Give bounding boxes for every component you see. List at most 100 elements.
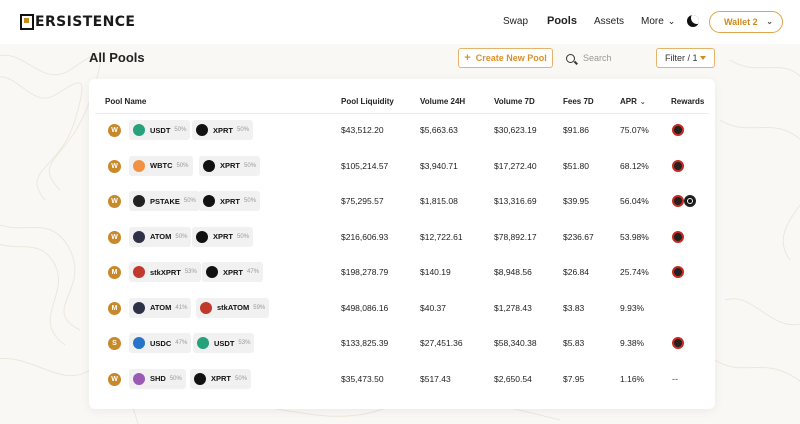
header-volume-24h[interactable]: Volume 24H (420, 97, 465, 106)
volume-7d: $58,340.38 (494, 338, 537, 348)
token-symbol: PSTAKE (150, 196, 180, 206)
persistence-icon (194, 372, 206, 385)
fees-7d: $3.83 (563, 302, 585, 313)
header-pool-name[interactable]: Pool Name (105, 97, 146, 106)
apr-value: 9.38% (620, 338, 645, 348)
persistence-icon (196, 124, 208, 136)
token-weight: 50% (237, 233, 250, 240)
token-weight: 50% (169, 375, 182, 382)
token-chip: USDC 47% (129, 333, 192, 353)
atom-icon (133, 230, 145, 243)
table-row[interactable]: W SHD 50% XPRT 50% $35,473.50 $517.43 $2,65… (89, 362, 715, 398)
search-input[interactable] (583, 53, 643, 63)
token-chip: stkATOM 59% (196, 297, 270, 318)
search-icon (566, 53, 575, 63)
moon-icon[interactable] (687, 15, 699, 27)
header-fees-7d[interactable]: Fees 7D (563, 97, 594, 106)
caret-down-icon (700, 56, 706, 60)
volume-24h: $3,940.71 (420, 160, 458, 171)
table-row[interactable]: S USDC 47% USDT 53% $133,825.39 $27,451.36… (89, 326, 715, 362)
volume-7d: $17,272.40 (494, 160, 537, 171)
token-weight: 47% (175, 340, 188, 346)
header-rewards[interactable]: Rewards (671, 97, 704, 106)
token-weight: 50% (175, 233, 188, 240)
token-symbol: XPRT (213, 125, 234, 135)
token-chip: XPRT 47% (202, 262, 264, 282)
token-symbol: WBTC (150, 161, 173, 170)
volume-7d: $2,650.54 (494, 373, 532, 384)
search-box[interactable] (560, 48, 648, 68)
header-volume-7d[interactable]: Volume 7D (494, 97, 535, 106)
pool-type-icon: W (108, 195, 121, 208)
create-pool-button[interactable]: + Create New Pool (458, 48, 553, 68)
pool-type-icon: W (108, 159, 121, 173)
volume-24h: $1,815.08 (420, 196, 458, 206)
token-chip: USDT 53% (193, 333, 255, 353)
token-weight: 50% (237, 127, 250, 133)
token-chip: XPRT 50% (192, 226, 254, 247)
atom-icon (133, 301, 145, 314)
filter-dropdown[interactable]: Filter / 1 (656, 48, 715, 68)
table-row[interactable]: W USDT 50% XPRT 50% $43,512.20 $5,663.63 $3… (89, 113, 715, 149)
nav-assets[interactable]: Assets (594, 16, 624, 27)
stkxprt-icon (133, 266, 145, 278)
token-chip: XPRT 50% (190, 368, 252, 389)
token-symbol: XPRT (220, 196, 241, 206)
volume-24h: $140.19 (420, 267, 451, 277)
token-chip: XPRT 50% (199, 191, 261, 211)
fees-7d: $5.83 (563, 338, 585, 348)
token-chip: XPRT 50% (199, 155, 261, 176)
table-row[interactable]: W ATOM 50% XPRT 50% $216,606.93 $12,722.61… (89, 220, 715, 256)
sort-desc-icon: ⌄ (639, 99, 646, 106)
xprt-reward-icon (672, 230, 684, 243)
token-chip: WBTC 50% (129, 155, 193, 176)
token-chip: SHD 50% (129, 368, 186, 389)
token-weight: 50% (174, 127, 187, 133)
volume-24h: $40.37 (420, 302, 446, 313)
apr-value: 9.93% (620, 302, 645, 313)
volume-24h: $12,722.61 (420, 231, 463, 242)
pool-liquidity: $498,086.16 (341, 302, 389, 313)
nav-more[interactable]: More ⌄ (641, 16, 675, 27)
persistence-icon (203, 159, 215, 172)
tether-icon (197, 337, 209, 349)
token-chip: XPRT 50% (192, 120, 254, 140)
header-pool-liquidity[interactable]: Pool Liquidity (341, 97, 394, 106)
create-pool-label: Create New Pool (475, 53, 547, 63)
fees-7d: $91.86 (563, 125, 589, 135)
pstake-reward-icon (684, 195, 696, 207)
pool-liquidity: $216,606.93 (341, 231, 389, 242)
plus-icon: + (464, 52, 471, 64)
token-symbol: stkXPRT (150, 267, 181, 277)
persistence-icon (203, 195, 215, 207)
wallet-button[interactable]: Wallet 2 ⌄ (709, 11, 783, 33)
token-symbol: SHD (150, 374, 166, 383)
persistence-logo[interactable]: ERSISTENCE (20, 13, 135, 31)
token-symbol: ATOM (150, 232, 172, 241)
table-row[interactable]: W WBTC 50% XPRT 50% $105,214.57 $3,940.71 $… (89, 149, 715, 185)
token-symbol: USDC (150, 338, 172, 348)
token-symbol: XPRT (211, 374, 232, 383)
volume-24h: $27,451.36 (420, 338, 463, 348)
table-row[interactable]: W PSTAKE 50% XPRT 50% $75,295.57 $1,815.08… (89, 184, 715, 220)
shade-icon (133, 372, 145, 385)
logo-text: ERSISTENCE (35, 14, 136, 30)
volume-7d: $78,892.17 (494, 231, 537, 242)
token-weight: 41% (175, 304, 188, 311)
nav-swap[interactable]: Swap (503, 16, 528, 27)
pools-table: Pool Name Pool Liquidity Volume 24H Volu… (89, 79, 715, 409)
persistence-icon (206, 266, 218, 278)
table-row[interactable]: M ATOM 41% stkATOM 59% $498,086.16 $40.37 $… (89, 291, 715, 327)
token-chip: stkXPRT 53% (129, 262, 201, 282)
rewards-empty: -- (672, 373, 678, 384)
pool-type-icon: S (108, 337, 121, 350)
fees-7d: $236.67 (563, 231, 594, 242)
token-weight: 50% (244, 198, 257, 204)
header-apr[interactable]: APR ⌄ (620, 97, 646, 106)
wbtc-icon (133, 159, 145, 172)
nav-pools[interactable]: Pools (547, 15, 577, 27)
pool-type-icon: M (108, 266, 121, 279)
token-symbol: XPRT (220, 161, 241, 170)
table-row[interactable]: M stkXPRT 53% XPRT 47% $198,278.79 $140.19… (89, 255, 715, 291)
token-symbol: XPRT (213, 232, 234, 241)
